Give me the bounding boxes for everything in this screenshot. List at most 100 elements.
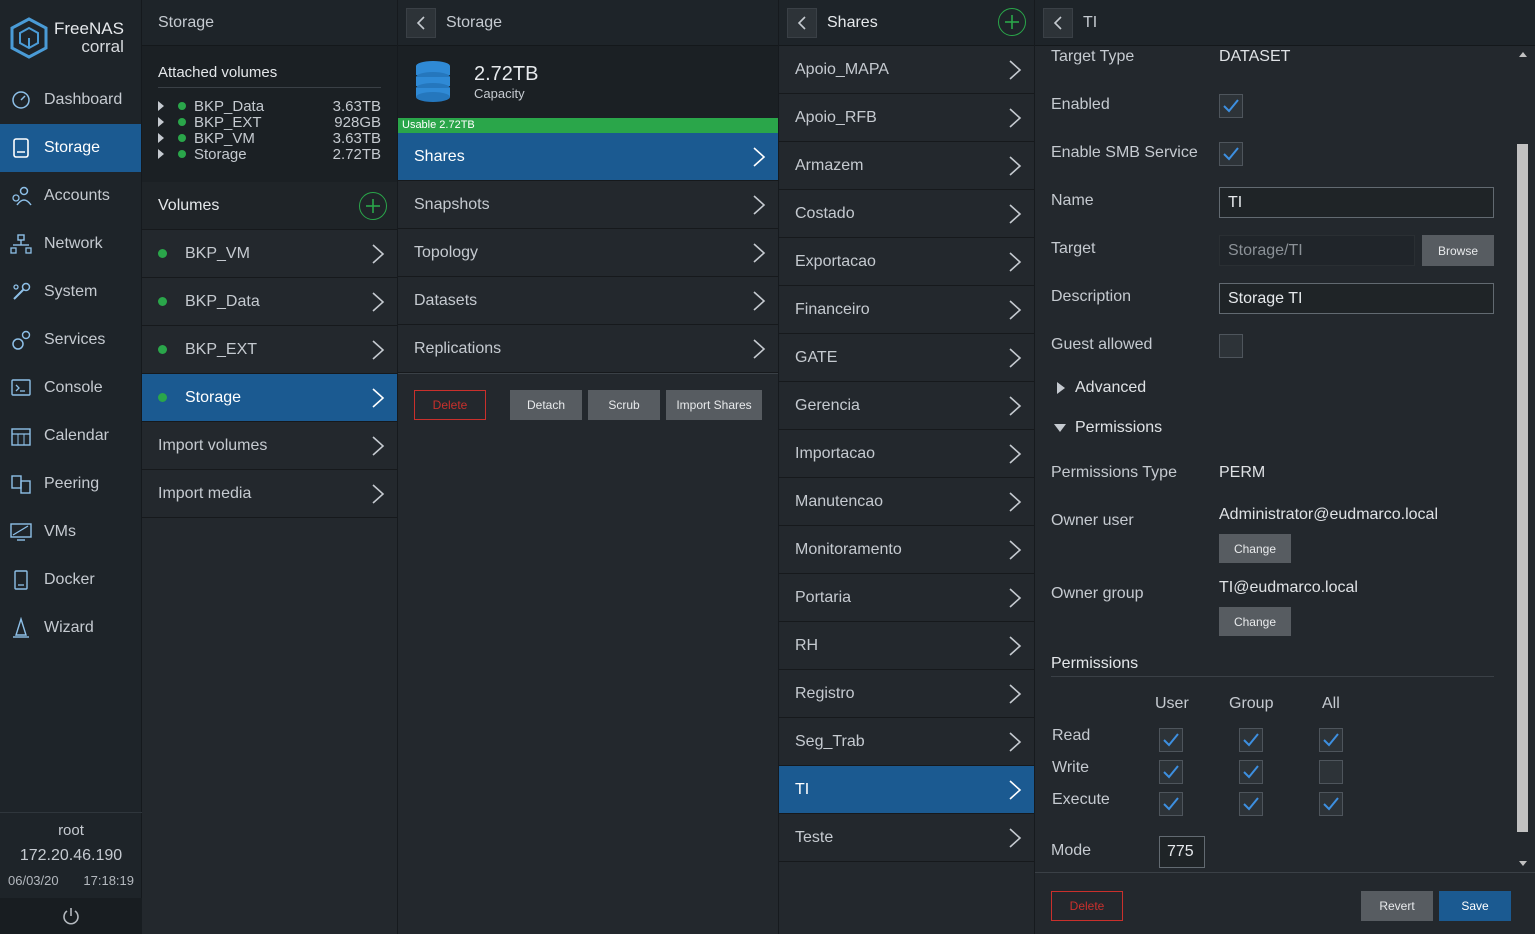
read-user-checkbox[interactable]	[1159, 728, 1183, 752]
nav-item-calendar[interactable]: Calendar	[0, 412, 141, 460]
permissions-toggle[interactable]: Permissions	[1053, 419, 1162, 437]
nav-item-system[interactable]: System	[0, 268, 141, 316]
volume-label: Storage	[185, 388, 242, 406]
column-title: Storage	[446, 13, 503, 31]
volume-size: 3.63TB	[332, 129, 381, 147]
scroll-down-icon[interactable]	[1518, 860, 1528, 868]
nav-item-storage[interactable]: Storage	[0, 124, 141, 172]
volume-menu-replications[interactable]: Replications	[398, 325, 778, 373]
scrollbar[interactable]	[1511, 46, 1535, 870]
share-item[interactable]: RH	[779, 622, 1034, 670]
write-user-checkbox[interactable]	[1159, 760, 1183, 784]
nav-item-services[interactable]: Services	[0, 316, 141, 364]
delete-volume-button[interactable]: Delete	[414, 390, 486, 420]
import-shares-button[interactable]: Import Shares	[666, 390, 762, 420]
status-dot	[178, 118, 186, 126]
nav-item-console[interactable]: Console	[0, 364, 141, 412]
volume-item-bkp-data[interactable]: BKP_Data	[142, 278, 397, 326]
browse-button[interactable]: Browse	[1422, 235, 1494, 266]
import-volumes-item[interactable]: Import volumes	[142, 422, 397, 470]
target-input[interactable]: Storage/TI	[1219, 235, 1415, 266]
volume-menu-datasets[interactable]: Datasets	[398, 277, 778, 325]
back-button[interactable]	[406, 7, 436, 38]
attached-volume-row[interactable]: Storage 2.72TB	[158, 146, 381, 163]
delete-share-button[interactable]: Delete	[1051, 891, 1123, 921]
smb-checkbox[interactable]	[1219, 142, 1243, 166]
chevron-right-icon	[1009, 444, 1022, 464]
nav-item-vms[interactable]: VMs	[0, 508, 141, 556]
share-item[interactable]: Costado	[779, 190, 1034, 238]
share-item[interactable]: Importacao	[779, 430, 1034, 478]
add-share-button[interactable]	[998, 8, 1026, 36]
plus-icon	[366, 199, 380, 213]
volume-menu-snapshots[interactable]: Snapshots	[398, 181, 778, 229]
write-group-checkbox[interactable]	[1239, 760, 1263, 784]
share-item[interactable]: Portaria	[779, 574, 1034, 622]
revert-button[interactable]: Revert	[1361, 891, 1433, 921]
share-name: Exportacao	[795, 252, 876, 270]
guest-checkbox[interactable]	[1219, 334, 1243, 358]
date-time: 06/03/20 17:18:19	[0, 873, 142, 888]
share-item[interactable]: Apoio_RFB	[779, 94, 1034, 142]
description-label: Description	[1051, 288, 1132, 305]
nav-item-network[interactable]: Network	[0, 220, 141, 268]
volume-item-bkp-ext[interactable]: BKP_EXT	[142, 326, 397, 374]
checkmark-icon	[1163, 733, 1179, 747]
nav-item-accounts[interactable]: Accounts	[0, 172, 141, 220]
share-item[interactable]: Armazem	[779, 142, 1034, 190]
scrollbar-thumb[interactable]	[1517, 144, 1528, 832]
nav-item-peering[interactable]: Peering	[0, 460, 141, 508]
import-media-item[interactable]: Import media	[142, 470, 397, 518]
read-all-checkbox[interactable]	[1319, 728, 1343, 752]
share-item[interactable]: Monitoramento	[779, 526, 1034, 574]
share-item[interactable]: GATE	[779, 334, 1034, 382]
share-item[interactable]: Gerencia	[779, 382, 1034, 430]
advanced-toggle[interactable]: Advanced	[1055, 379, 1146, 397]
share-item[interactable]: Financeiro	[779, 286, 1034, 334]
share-item[interactable]: Teste	[779, 814, 1034, 862]
nav-item-wizard[interactable]: Wizard	[0, 604, 141, 652]
save-button[interactable]: Save	[1439, 891, 1511, 921]
power-button[interactable]	[0, 898, 142, 934]
execute-group-checkbox[interactable]	[1239, 792, 1263, 816]
share-item[interactable]: Apoio_MAPA	[779, 46, 1034, 94]
share-item[interactable]: Seg_Trab	[779, 718, 1034, 766]
owner-user-label: Owner user	[1051, 512, 1134, 529]
enabled-checkbox[interactable]	[1219, 94, 1243, 118]
description-input[interactable]: Storage TI	[1219, 283, 1494, 314]
mode-input[interactable]: 775	[1159, 836, 1205, 868]
share-item-selected[interactable]: TI	[779, 766, 1034, 814]
peering-icon	[10, 473, 32, 495]
share-item[interactable]: Registro	[779, 670, 1034, 718]
checkmark-icon	[1243, 733, 1259, 747]
share-item[interactable]: Exportacao	[779, 238, 1034, 286]
volume-item-bkp-vm[interactable]: BKP_VM	[142, 230, 397, 278]
divider	[1051, 676, 1494, 677]
execute-all-checkbox[interactable]	[1319, 792, 1343, 816]
volume-item-storage[interactable]: Storage	[142, 374, 397, 422]
execute-user-checkbox[interactable]	[1159, 792, 1183, 816]
change-owner-group-button[interactable]: Change	[1219, 607, 1291, 636]
chevron-right-icon	[1009, 204, 1022, 224]
nav-item-docker[interactable]: Docker	[0, 556, 141, 604]
attached-volume-row[interactable]: BKP_Data 3.63TB	[158, 98, 381, 115]
add-volume-button[interactable]	[359, 192, 387, 220]
write-all-checkbox[interactable]	[1319, 760, 1343, 784]
read-group-checkbox[interactable]	[1239, 728, 1263, 752]
perm-col-user: User	[1155, 695, 1189, 712]
detach-button[interactable]: Detach	[510, 390, 582, 420]
attached-volume-row[interactable]: BKP_EXT 928GB	[158, 114, 381, 131]
back-button[interactable]	[787, 7, 817, 38]
chevron-right-icon	[1009, 348, 1022, 368]
change-owner-user-button[interactable]: Change	[1219, 534, 1291, 563]
volume-menu-shares[interactable]: Shares	[398, 133, 778, 181]
nav-item-dashboard[interactable]: Dashboard	[0, 76, 141, 124]
name-input[interactable]: TI	[1219, 187, 1494, 218]
back-button[interactable]	[1043, 7, 1073, 38]
share-name: Registro	[795, 684, 855, 702]
volume-menu-topology[interactable]: Topology	[398, 229, 778, 277]
scrub-button[interactable]: Scrub	[588, 390, 660, 420]
scroll-up-icon[interactable]	[1518, 50, 1528, 58]
attached-volume-row[interactable]: BKP_VM 3.63TB	[158, 129, 381, 147]
share-item[interactable]: Manutencao	[779, 478, 1034, 526]
